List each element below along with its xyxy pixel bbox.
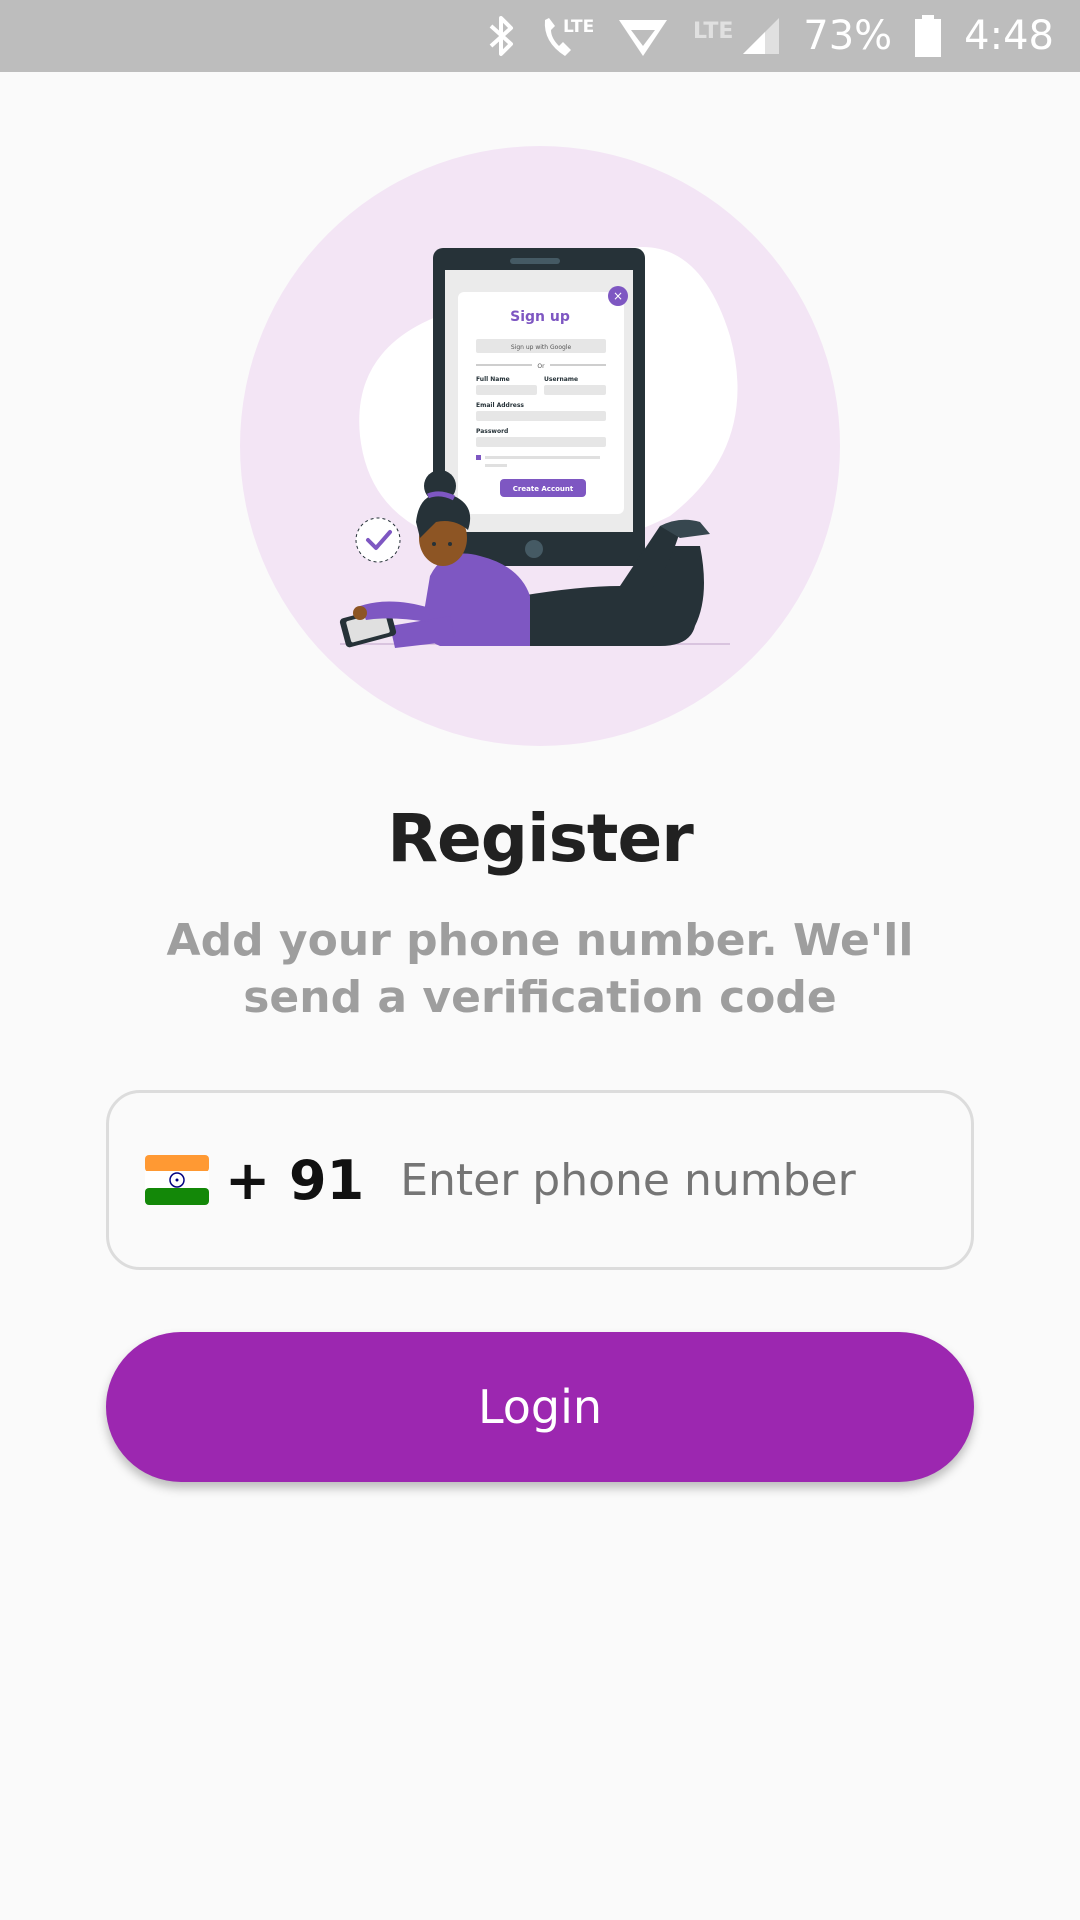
illustration-separator: Or [537, 363, 545, 370]
battery-icon [914, 0, 942, 72]
svg-text:LTE: LTE [693, 19, 733, 44]
battery-percent: 73% [803, 13, 893, 59]
lte-icon: LTE [691, 0, 741, 72]
phone-number-field: + 91 [106, 1090, 974, 1270]
clock-time: 4:48 [964, 13, 1054, 59]
illustration-title: Sign up [510, 309, 570, 325]
page-subtitle: Add your phone number. We'll send a veri… [166, 915, 914, 1023]
svg-text:×: × [613, 289, 623, 303]
illustration-password-label: Password [476, 428, 508, 435]
illustration-google-button: Sign up with Google [511, 344, 572, 351]
country-dial-code[interactable]: + 91 [225, 1149, 364, 1212]
illustration-create-button: Create Account [513, 485, 574, 493]
signal-icon [741, 0, 781, 72]
india-flag-icon[interactable] [145, 1155, 209, 1205]
volte-call-icon: LTE [539, 0, 595, 72]
illustration-username-label: Username [544, 376, 578, 383]
illustration-email-label: Email Address [476, 402, 524, 409]
status-bar: LTE LTE 73% 4:48 [0, 0, 1080, 72]
login-button[interactable]: Login [106, 1332, 974, 1482]
illustration-fullname-label: Full Name [476, 376, 510, 383]
wifi-icon [617, 0, 669, 72]
phone-number-input[interactable] [400, 1154, 881, 1206]
bluetooth-icon [487, 0, 517, 72]
page-title: Register [387, 800, 694, 877]
signup-illustration: × Sign up Sign up with Google Or Full Na… [240, 146, 840, 746]
svg-text:LTE: LTE [563, 17, 594, 37]
